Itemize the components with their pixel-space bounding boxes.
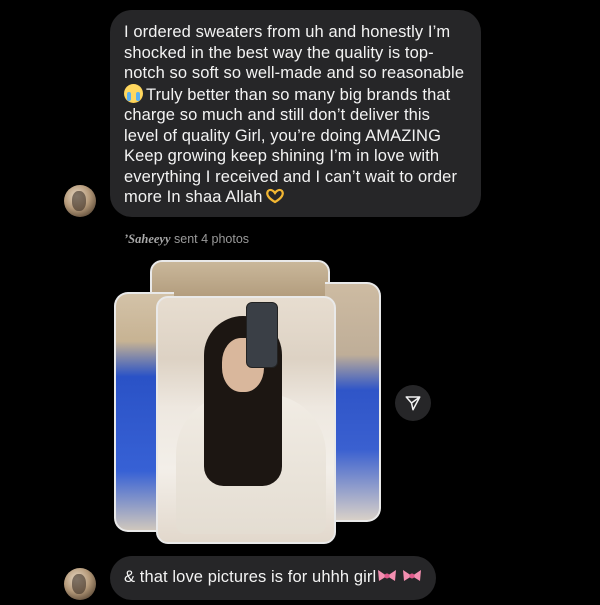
pink-bow-icon <box>378 570 397 581</box>
message-line: more In shaa Allah <box>124 188 263 206</box>
message-bubble-2[interactable]: & that love pictures is for uhhh girl <box>110 556 436 600</box>
photos-action: sent 4 photos <box>170 232 250 246</box>
message-line: shocked in the best way the quality is t… <box>124 43 434 62</box>
pink-bow-icon <box>403 570 422 581</box>
message-line: I ordered sweaters from uh and honestly … <box>124 23 451 41</box>
message-line-with-emoji: more In shaa Allah <box>124 187 467 208</box>
share-button[interactable] <box>395 385 431 421</box>
sender-name: ’Saheeyy <box>124 232 171 246</box>
message-line: level of quality Girl, you’re doing AMAZ… <box>124 126 442 145</box>
message-line: notch so soft so well-made and so reason… <box>124 64 465 82</box>
sender-avatar[interactable] <box>64 185 96 217</box>
photo-content <box>246 302 278 368</box>
message-bubble-1[interactable]: I ordered sweaters from uh and honestly … <box>110 10 481 217</box>
message-line: charge so much and still don’t deliver t… <box>124 106 431 124</box>
photo-thumbnail-main[interactable] <box>156 296 336 544</box>
heart-hands-icon <box>266 188 285 204</box>
message-line: Keep growing keep shining I’m in love wi… <box>124 147 440 165</box>
message-line: everything I received and I can’t wait t… <box>124 167 458 186</box>
share-arrow-icon <box>405 396 421 411</box>
photos-meta: ’Saheeyy sent 4 photos <box>124 232 249 247</box>
crying-face-icon <box>124 83 143 103</box>
message-line: Truly better than so many big brands tha… <box>146 85 451 104</box>
sender-avatar[interactable] <box>64 568 96 600</box>
message-text: & that love pictures is for uhhh girl <box>124 568 377 586</box>
message-line-with-emoji: Truly better than so many big brands tha… <box>124 83 467 106</box>
